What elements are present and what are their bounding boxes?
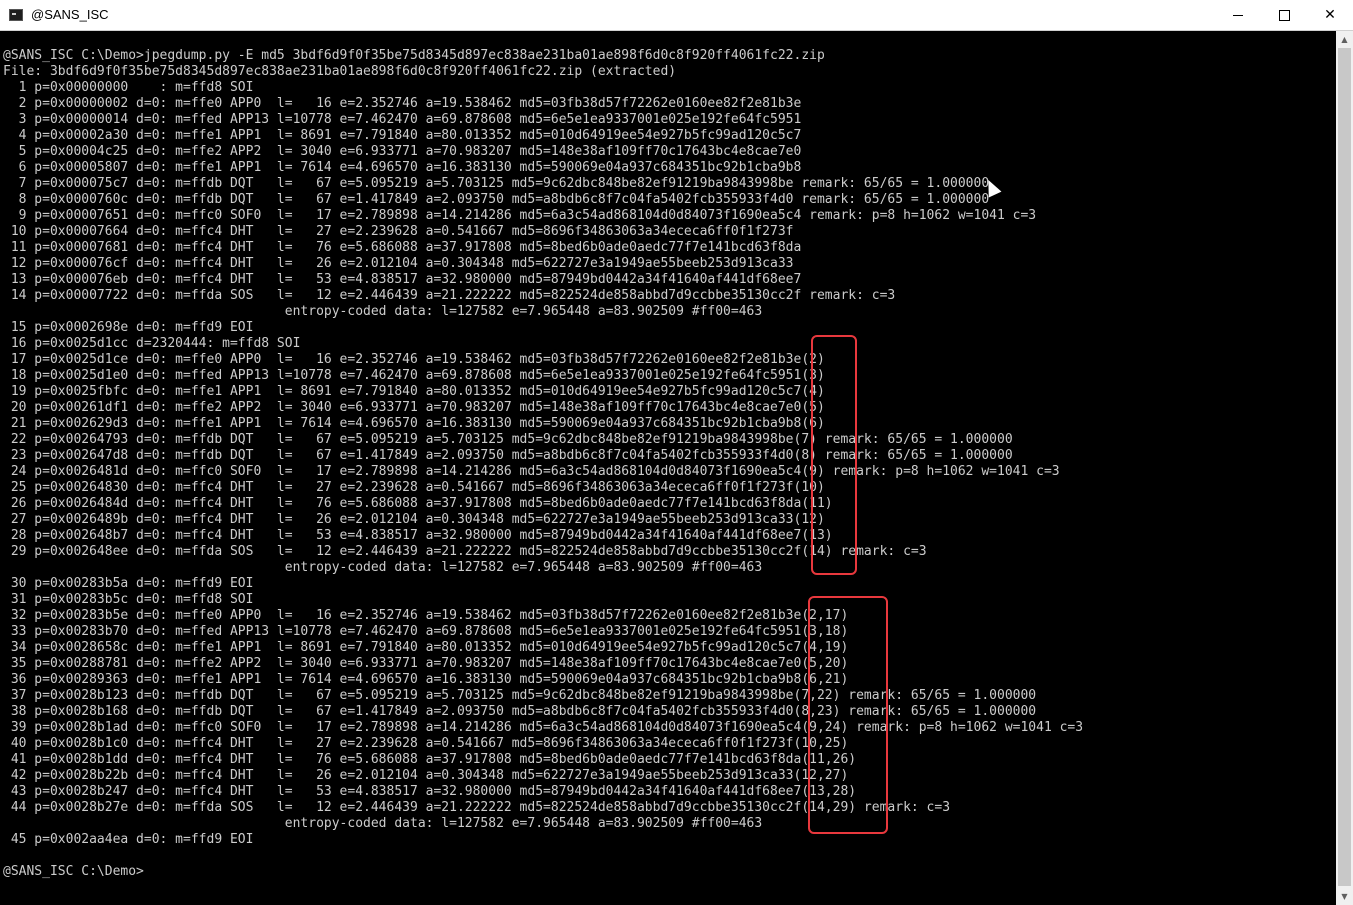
console-line: 20 p=0x00261df1 d=0: m=ffe2 APP2 l= 3040… — [3, 400, 825, 415]
console-line: 2 p=0x00000002 d=0: m=ffe0 APP0 l= 16 e=… — [3, 96, 802, 111]
console-line: 32 p=0x00283b5e d=0: m=ffe0 APP0 l= 16 e… — [3, 608, 849, 623]
console-line: 36 p=0x00289363 d=0: m=ffe1 APP1 l= 7614… — [3, 672, 849, 687]
console-line: 5 p=0x00004c25 d=0: m=ffe2 APP2 l= 3040 … — [3, 144, 802, 159]
close-icon: ✕ — [1324, 7, 1336, 23]
console-line: File: 3bdf6d9f0f35be75d8345d897ec838ae23… — [3, 64, 677, 79]
console-line: 33 p=0x00283b70 d=0: m=ffed APP13 l=1077… — [3, 624, 849, 639]
console-line: 41 p=0x0028b1dd d=0: m=ffc4 DHT l= 76 e=… — [3, 752, 857, 767]
console-line: 27 p=0x0026489b d=0: m=ffc4 DHT l= 26 e=… — [3, 512, 825, 527]
title-bar: @SANS_ISC ✕ — [0, 0, 1353, 31]
console-line: 39 p=0x0028b1ad d=0: m=ffc0 SOF0 l= 17 e… — [3, 720, 1084, 735]
console-line: 24 p=0x0026481d d=0: m=ffc0 SOF0 l= 17 e… — [3, 464, 1060, 479]
console-line: 7 p=0x000075c7 d=0: m=ffdb DQT l= 67 e=5… — [3, 176, 990, 191]
console-line: 35 p=0x00288781 d=0: m=ffe2 APP2 l= 3040… — [3, 656, 849, 671]
console-line: 42 p=0x0028b22b d=0: m=ffc4 DHT l= 26 e=… — [3, 768, 849, 783]
console-line: 19 p=0x0025fbfc d=0: m=ffe1 APP1 l= 8691… — [3, 384, 825, 399]
console-line: 43 p=0x0028b247 d=0: m=ffc4 DHT l= 53 e=… — [3, 784, 857, 799]
minimize-icon — [1233, 14, 1243, 16]
console-lines: @SANS_ISC C:\Demo>jpegdump.py -E md5 3bd… — [3, 48, 1083, 880]
console-line: 22 p=0x00264793 d=0: m=ffdb DQT l= 67 e=… — [3, 432, 1013, 447]
console-line: 4 p=0x00002a30 d=0: m=ffe1 APP1 l= 8691 … — [3, 128, 802, 143]
console-line: 9 p=0x00007651 d=0: m=ffc0 SOF0 l= 17 e=… — [3, 208, 1037, 223]
console-line: 29 p=0x002648ee d=0: m=ffda SOS l= 12 e=… — [3, 544, 927, 559]
console-line: 17 p=0x0025d1ce d=0: m=ffe0 APP0 l= 16 e… — [3, 352, 825, 367]
console-line: 1 p=0x00000000 : m=ffd8 SOI — [3, 80, 254, 95]
console-line: 45 p=0x002aa4ea d=0: m=ffd9 EOI — [3, 832, 254, 847]
console-line: entropy-coded data: l=127582 e=7.965448 … — [3, 304, 763, 319]
console-line: @SANS_ISC C:\Demo>jpegdump.py -E md5 3bd… — [3, 48, 825, 63]
minimize-button[interactable] — [1215, 0, 1261, 30]
console-line: 38 p=0x0028b168 d=0: m=ffdb DQT l= 67 e=… — [3, 704, 1037, 719]
console-line: 23 p=0x002647d8 d=0: m=ffdb DQT l= 67 e=… — [3, 448, 1013, 463]
console-line: 25 p=0x00264830 d=0: m=ffc4 DHT l= 27 e=… — [3, 480, 825, 495]
console-line: @SANS_ISC C:\Demo> — [3, 864, 144, 879]
close-button[interactable]: ✕ — [1307, 0, 1353, 30]
console-icon — [9, 9, 23, 21]
console-line: 14 p=0x00007722 d=0: m=ffda SOS l= 12 e=… — [3, 288, 896, 303]
console-line: 8 p=0x0000760c d=0: m=ffdb DQT l= 67 e=1… — [3, 192, 990, 207]
console-line: 18 p=0x0025d1e0 d=0: m=ffed APP13 l=1077… — [3, 368, 825, 383]
console-line: 34 p=0x0028658c d=0: m=ffe1 APP1 l= 8691… — [3, 640, 849, 655]
console-line: 15 p=0x0002698e d=0: m=ffd9 EOI — [3, 320, 254, 335]
console-line: 13 p=0x000076eb d=0: m=ffc4 DHT l= 53 e=… — [3, 272, 802, 287]
maximize-button[interactable] — [1261, 0, 1307, 30]
console-line: entropy-coded data: l=127582 e=7.965448 … — [3, 560, 763, 575]
scroll-down-icon[interactable]: ▼ — [1336, 888, 1353, 905]
console-line: 31 p=0x00283b5c d=0: m=ffd8 SOI — [3, 592, 254, 607]
console-line: entropy-coded data: l=127582 e=7.965448 … — [3, 816, 763, 831]
scrollbar-thumb[interactable] — [1338, 48, 1351, 886]
window-title: @SANS_ISC — [31, 7, 109, 22]
console-line: 12 p=0x000076cf d=0: m=ffc4 DHT l= 26 e=… — [3, 256, 794, 271]
console-line: 10 p=0x00007664 d=0: m=ffc4 DHT l= 27 e=… — [3, 224, 794, 239]
console-line: 37 p=0x0028b123 d=0: m=ffdb DQT l= 67 e=… — [3, 688, 1037, 703]
console-line: 44 p=0x0028b27e d=0: m=ffda SOS l= 12 e=… — [3, 800, 951, 815]
console-line: 40 p=0x0028b1c0 d=0: m=ffc4 DHT l= 27 e=… — [3, 736, 849, 751]
vertical-scrollbar[interactable]: ▲ ▼ — [1336, 31, 1353, 905]
maximize-icon — [1278, 9, 1290, 21]
console-line: 11 p=0x00007681 d=0: m=ffc4 DHT l= 76 e=… — [3, 240, 802, 255]
console-line: 3 p=0x00000014 d=0: m=ffed APP13 l=10778… — [3, 112, 802, 127]
console-line: 28 p=0x002648b7 d=0: m=ffc4 DHT l= 53 e=… — [3, 528, 833, 543]
scroll-up-icon[interactable]: ▲ — [1336, 31, 1353, 48]
console-line: 6 p=0x00005807 d=0: m=ffe1 APP1 l= 7614 … — [3, 160, 802, 175]
console-output[interactable]: @SANS_ISC C:\Demo>jpegdump.py -E md5 3bd… — [0, 31, 1336, 905]
console-line: 21 p=0x002629d3 d=0: m=ffe1 APP1 l= 7614… — [3, 416, 825, 431]
console-line: 30 p=0x00283b5a d=0: m=ffd9 EOI — [3, 576, 254, 591]
console-line: 16 p=0x0025d1cc d=2320444: m=ffd8 SOI — [3, 336, 301, 351]
console-line: 26 p=0x0026484d d=0: m=ffc4 DHT l= 76 e=… — [3, 496, 833, 511]
